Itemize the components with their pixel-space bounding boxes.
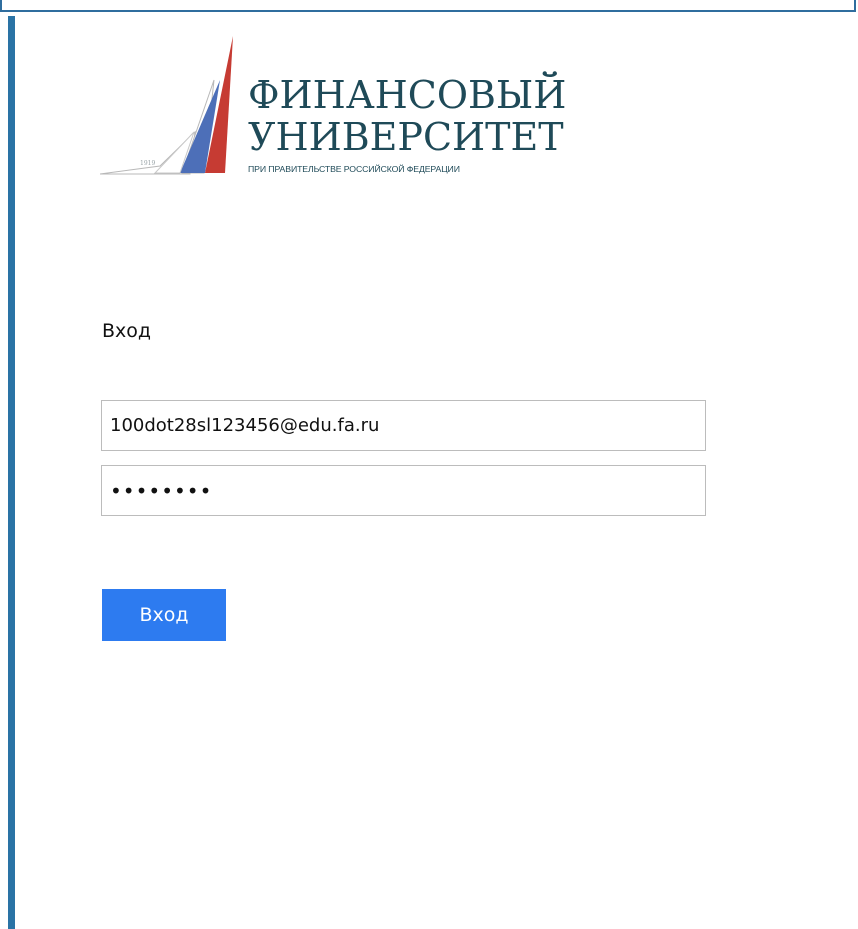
logo-year: 1919 [140, 160, 156, 167]
login-button[interactable]: Вход [102, 589, 226, 641]
window-top-strip [0, 0, 856, 12]
logo-title-line-2: УНИВЕРСИТЕТ [248, 115, 564, 159]
logo-title-line-1: ФИНАНСОВЫЙ [248, 73, 567, 117]
logo-subtitle: ПРИ ПРАВИТЕЛЬСТВЕ РОССИЙСКОЙ ФЕДЕРАЦИИ [248, 164, 460, 174]
email-field[interactable] [101, 400, 706, 451]
left-accent-bar [8, 16, 15, 929]
password-field[interactable] [101, 465, 706, 516]
login-title: Вход [102, 320, 152, 342]
university-logo: 1919 ФИНАНСОВЫЙ УНИВЕРСИТЕТ ПРИ ПРАВИТЕЛ… [100, 36, 566, 178]
logo-mark-icon [100, 36, 233, 175]
